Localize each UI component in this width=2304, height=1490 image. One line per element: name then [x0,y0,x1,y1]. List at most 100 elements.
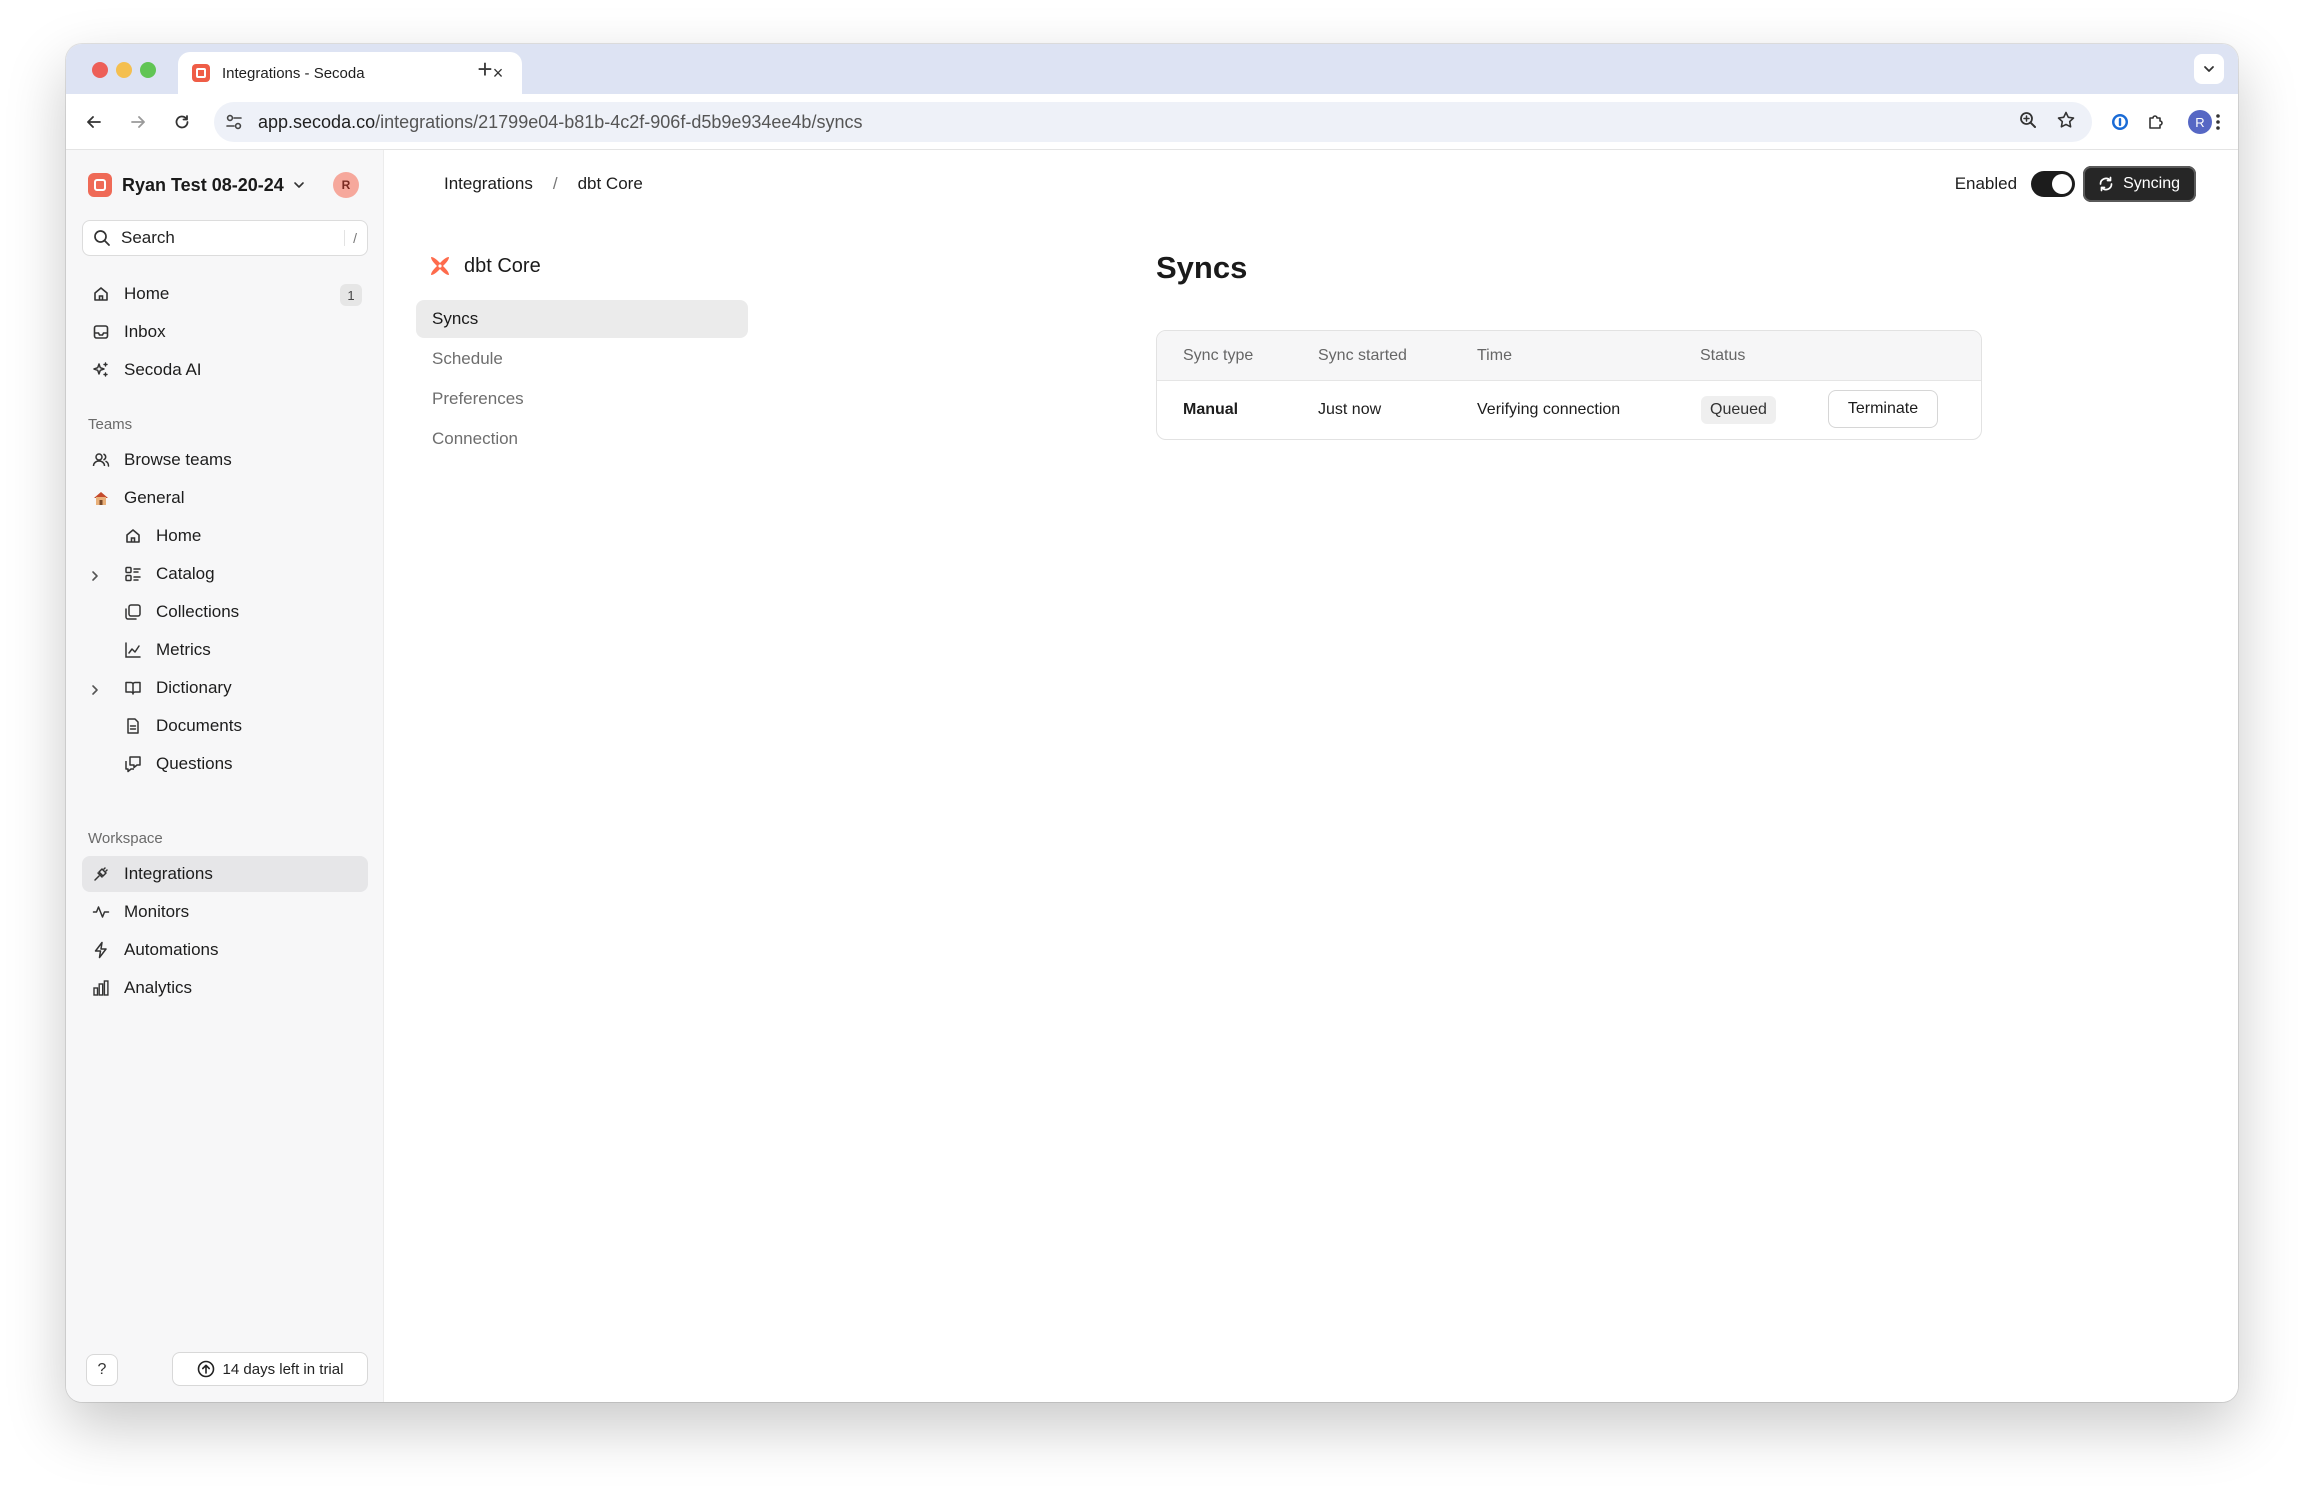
minimize-window-button[interactable] [116,62,132,78]
column-header-status: Status [1700,347,1746,364]
cell-time: Verifying connection [1477,401,1621,418]
document-icon [124,717,142,735]
arrow-up-circle-icon [197,1360,214,1378]
zoom-icon[interactable] [2018,110,2038,130]
puzzle-icon [2149,115,2163,129]
back-button[interactable] [80,108,108,136]
extensions-button[interactable] [2142,108,2170,136]
questions-icon [124,755,142,773]
main-content: Integrations / dbt Core Enabled Syncing … [384,150,2238,1402]
sidebar-item-monitors[interactable]: Monitors [82,894,368,930]
sidebar-item-general-team[interactable]: General [82,480,368,516]
subnav-schedule[interactable]: Schedule [416,340,748,378]
arrow-left-icon [87,116,101,128]
secoda-app: Ryan Test 08-20-24 R Search / Home 1 Inb… [66,150,2238,1402]
home-count-badge: 1 [340,284,362,306]
search-input[interactable]: Search / [82,220,368,256]
home-icon [124,527,142,545]
breadcrumb-integrations[interactable]: Integrations [444,174,533,194]
table-row: Manual Just now Verifying connection Que… [1157,381,1981,439]
chevron-right-icon[interactable] [88,569,102,583]
syncs-table: Sync type Sync started Time Status Manua… [1156,330,1982,440]
terminate-button[interactable]: Terminate [1828,390,1938,428]
sidebar-item-automations[interactable]: Automations [82,932,368,968]
inbox-icon [92,323,110,341]
password-manager-extension[interactable] [2106,108,2134,136]
subnav-connection[interactable]: Connection [416,420,748,458]
sidebar-item-browse-teams[interactable]: Browse teams [82,442,368,478]
sidebar-item-documents[interactable]: Documents [114,708,368,744]
enabled-label: Enabled [1954,174,2018,193]
trial-upgrade-button[interactable]: 14 days left in trial [172,1352,368,1386]
status-badge: Queued [1701,396,1776,424]
close-window-button[interactable] [92,62,108,78]
breadcrumb-dbt-core[interactable]: dbt Core [578,174,643,194]
bookmark-star-icon[interactable] [2056,110,2076,130]
reload-icon [175,115,189,129]
secoda-favicon-icon [192,64,210,82]
subnav-syncs[interactable]: Syncs [416,300,748,338]
sidebar-item-integrations[interactable]: Integrations [82,856,368,892]
sidebar-item-label: Automations [124,940,219,959]
sidebar-item-label: Catalog [156,564,215,583]
collections-icon [124,603,142,621]
integration-controls: Enabled Syncing [1955,166,2196,202]
user-avatar[interactable]: R [333,172,359,198]
chevron-down-icon [2204,66,2214,72]
new-tab-button[interactable]: + [470,54,500,84]
sidebar-item-label: Integrations [124,864,213,883]
sidebar-item-team-home[interactable]: Home [114,518,368,554]
syncing-button[interactable]: Syncing [2083,166,2196,202]
arrow-right-icon [131,116,145,128]
sidebar-item-dictionary[interactable]: Dictionary [114,670,368,706]
tab-search-button[interactable] [2194,54,2224,84]
bar-chart-icon [92,979,110,997]
address-bar[interactable]: app.secoda.co/integrations/21799e04-b81b… [214,102,2092,142]
chevron-down-icon [293,182,304,188]
reload-button[interactable] [168,108,196,136]
site-settings-icon[interactable] [224,112,244,132]
subnav-preferences[interactable]: Preferences [416,380,748,418]
book-icon [124,679,142,697]
sidebar-item-home[interactable]: Home 1 [82,276,368,312]
cell-sync-started: Just now [1318,401,1382,418]
kebab-menu-icon [2216,114,2220,130]
sidebar-item-inbox[interactable]: Inbox [82,314,368,350]
chevron-right-icon[interactable] [88,683,102,697]
sidebar-item-label: General [124,488,185,507]
sidebar-item-label: Home [156,526,202,545]
sidebar-item-questions[interactable]: Questions [114,746,368,782]
column-header-time: Time [1477,347,1512,364]
sidebar-item-catalog[interactable]: Catalog [114,556,368,592]
integration-header: dbt Core [428,254,541,278]
browser-menu-button[interactable] [2208,108,2228,136]
pulse-icon [92,903,110,921]
sidebar-item-secoda-ai[interactable]: Secoda AI [82,352,368,388]
search-icon [94,230,110,246]
syncing-label: Syncing [2123,175,2180,192]
dbt-logo-icon [431,257,449,275]
enabled-toggle[interactable] [2031,171,2076,197]
sparkle-icon [92,361,110,379]
search-shortcut: / [344,230,357,246]
home-icon [92,285,110,303]
browser-window: Integrations - Secoda × + app.secoda.co/… [66,44,2238,1402]
plug-icon [92,865,110,883]
table-header: Sync type Sync started Time Status [1157,331,1981,381]
help-button[interactable]: ? [86,1354,118,1386]
bolt-icon [92,941,110,959]
sidebar-item-label: Metrics [156,640,211,659]
breadcrumb: Integrations / dbt Core [444,174,643,194]
sidebar-item-collections[interactable]: Collections [114,594,368,630]
url-path: /integrations/21799e04-b81b-4c2f-906f-d5… [375,111,863,132]
sidebar-item-metrics[interactable]: Metrics [114,632,368,668]
forward-button[interactable] [124,108,152,136]
workspace-switcher[interactable]: Ryan Test 08-20-24 R [88,170,363,200]
workspace-name: Ryan Test 08-20-24 [122,174,284,195]
sidebar-item-analytics[interactable]: Analytics [82,970,368,1006]
trial-label: 14 days left in trial [222,1360,344,1378]
workspace-section-label: Workspace [88,830,163,847]
sidebar-item-label: Questions [156,754,233,773]
maximize-window-button[interactable] [140,62,156,78]
sidebar-item-label: Browse teams [124,450,232,469]
